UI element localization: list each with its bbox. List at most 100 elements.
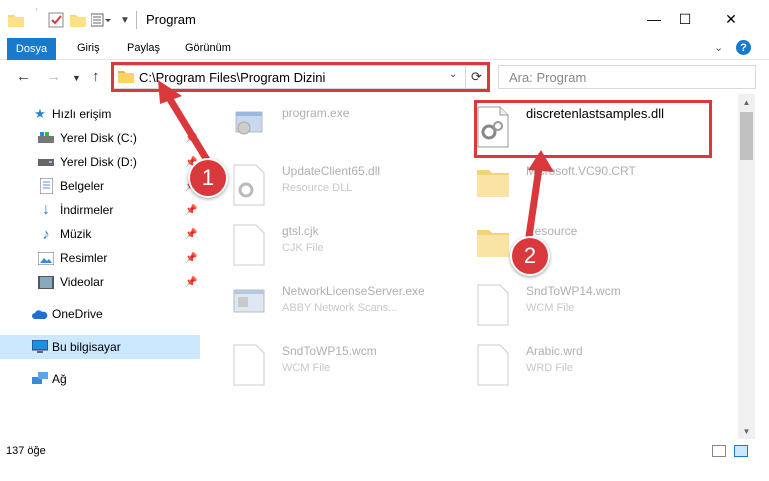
file-name: program.exe — [282, 106, 350, 120]
navigation-bar: ← → ▼ ↑ C:\Program Files\Program Dizini … — [0, 60, 769, 94]
file-type: Resource DLL — [282, 182, 353, 194]
qa-customize-chevron-icon[interactable]: ▼ — [120, 10, 130, 30]
sidebar-item-downloads[interactable]: ↓ İndirmeler 📌 — [0, 198, 200, 222]
pin-icon: 📌 — [185, 252, 198, 264]
file-item[interactable]: gtsl.cjk CJK File — [232, 222, 472, 270]
sidebar-item-videos[interactable]: Videolar 📌 — [0, 270, 200, 294]
pin-icon: 📌 — [185, 228, 198, 240]
file-item[interactable]: Microsoft.VC90.CRT — [476, 162, 716, 210]
title-bar: ▼ Program — ☐ ✕ — [0, 0, 769, 38]
sidebar-item-label: Bu bilgisayar — [52, 340, 121, 354]
videos-icon — [38, 274, 54, 290]
close-button[interactable]: ✕ — [708, 0, 754, 38]
folder-icon — [476, 164, 510, 206]
sidebar-item-label: Yerel Disk (D:) — [60, 155, 137, 169]
file-type: WRD File — [526, 362, 574, 374]
music-icon: ♪ — [42, 225, 50, 243]
tab-share[interactable]: Paylaş — [127, 42, 160, 54]
sidebar-item-documents[interactable]: Belgeler 📌 — [0, 174, 200, 198]
sidebar-item-label: Resimler — [60, 251, 108, 265]
qa-separator — [36, 8, 37, 11]
pictures-icon — [38, 250, 54, 266]
sidebar-item-onedrive[interactable]: OneDrive — [0, 302, 200, 326]
forward-arrow-icon[interactable]: → — [46, 68, 61, 85]
large-icons-view-icon[interactable] — [734, 445, 748, 457]
file-type: WCM File — [526, 302, 575, 314]
file-name: SndToWP14.wcm — [526, 284, 621, 298]
document-icon — [232, 344, 266, 386]
file-item[interactable]: NetworkLicenseServer.exe ABBY Network Sc… — [232, 282, 472, 330]
recent-locations-chevron-icon[interactable]: ▼ — [72, 73, 81, 83]
scroll-down-arrow-icon[interactable]: ▼ — [738, 423, 755, 439]
pin-icon: 📌 — [185, 132, 198, 144]
exe-icon — [232, 284, 266, 326]
sidebar-item-label: Belgeler — [60, 179, 105, 193]
sidebar-item-label: Videolar — [60, 275, 104, 289]
view-options-icon[interactable] — [91, 10, 111, 30]
sidebar-item-pictures[interactable]: Resimler 📌 — [0, 246, 200, 270]
sidebar-item-music[interactable]: ♪ Müzik 📌 — [0, 222, 200, 246]
up-arrow-icon[interactable]: ↑ — [92, 68, 100, 85]
file-name: NetworkLicenseServer.exe — [282, 284, 425, 298]
star-icon: ★ — [34, 106, 46, 121]
file-name: UpdateClient65.dll — [282, 164, 381, 178]
folder-icon — [476, 224, 510, 266]
sidebar-item-local-disk-c[interactable]: Yerel Disk (C:) 📌 — [0, 126, 200, 150]
sidebar-item-label: Ağ — [52, 372, 67, 386]
search-input[interactable]: Ara: Program — [498, 65, 756, 89]
back-arrow-icon[interactable]: ← — [16, 68, 31, 85]
ribbon: Dosya Giriş Paylaş Görünüm ⌄ ? — [0, 38, 769, 60]
window-title: Program — [146, 12, 196, 27]
sidebar-item-local-disk-d[interactable]: Yerel Disk (D:) 📌 — [0, 150, 200, 174]
drive-icon — [38, 154, 54, 170]
scroll-up-arrow-icon[interactable]: ▲ — [738, 94, 755, 110]
file-item[interactable]: Arabic.wrd WRD File — [476, 342, 716, 390]
file-item[interactable]: SndToWP14.wcm WCM File — [476, 282, 716, 330]
status-bar: 137 öğe — [0, 439, 769, 481]
search-placeholder: Ara: Program — [509, 70, 587, 85]
computer-icon — [32, 339, 48, 355]
file-type: ABBY Network Scans... — [282, 302, 398, 314]
file-name: Arabic.wrd — [526, 344, 583, 358]
tab-view[interactable]: Görünüm — [185, 42, 231, 54]
sidebar-item-label: OneDrive — [52, 307, 103, 321]
pin-icon: 📌 — [185, 276, 198, 288]
file-item[interactable]: SndToWP15.wcm WCM File — [232, 342, 472, 390]
network-icon — [32, 371, 48, 387]
scrollbar-thumb[interactable] — [740, 112, 753, 160]
sidebar-item-quick-access[interactable]: ★ Hızlı erişim — [0, 102, 200, 126]
new-folder-icon[interactable] — [70, 10, 86, 30]
title-separator — [136, 11, 137, 29]
file-highlight-box — [474, 100, 712, 158]
pin-icon: 📌 — [185, 204, 198, 216]
document-icon — [476, 344, 510, 386]
file-list: program.exe discretenlastsamples.dll Upd… — [210, 94, 738, 439]
sidebar-item-network[interactable]: Ağ — [0, 367, 200, 391]
properties-icon[interactable] — [48, 10, 64, 30]
exe-icon — [232, 106, 266, 148]
sidebar-item-this-pc[interactable]: Bu bilgisayar — [0, 335, 200, 359]
file-type: WCM File — [282, 362, 331, 374]
sidebar-item-label: Müzik — [60, 227, 92, 241]
navigation-pane: ★ Hızlı erişim Yerel Disk (C:) 📌 Yerel D… — [0, 94, 202, 439]
maximize-button[interactable]: ☐ — [662, 0, 708, 38]
details-view-icon[interactable] — [712, 445, 726, 457]
file-name: Microsoft.VC90.CRT — [526, 164, 636, 178]
file-item[interactable]: UpdateClient65.dll Resource DLL — [232, 162, 472, 210]
folder-icon — [8, 10, 24, 30]
vertical-scrollbar[interactable]: ▲ ▼ — [738, 94, 755, 439]
file-type: CJK File — [282, 242, 324, 254]
cloud-icon — [32, 306, 48, 322]
document-icon — [232, 224, 266, 266]
file-name: gtsl.cjk — [282, 224, 319, 238]
dll-gear-icon — [232, 164, 266, 206]
ribbon-expand-chevron-icon[interactable]: ⌄ — [714, 41, 723, 54]
tab-file[interactable]: Dosya — [7, 38, 56, 60]
sidebar-item-label: Hızlı erişim — [52, 107, 112, 121]
file-item[interactable]: program.exe — [232, 104, 472, 152]
help-icon[interactable]: ? — [736, 40, 751, 55]
step-badge-2: 2 — [510, 236, 550, 276]
tab-home[interactable]: Giriş — [77, 42, 100, 54]
documents-icon — [38, 178, 54, 194]
drive-icon — [38, 130, 54, 146]
